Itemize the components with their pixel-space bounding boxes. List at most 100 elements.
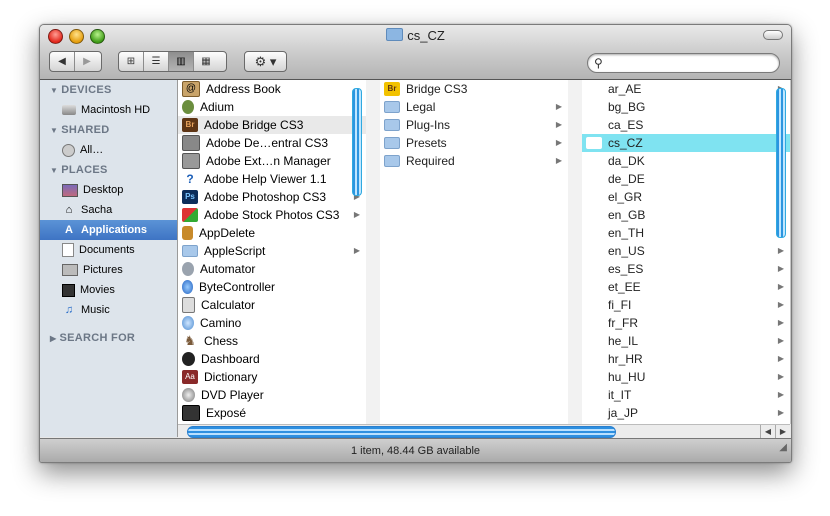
list-item-bridge-cs3[interactable]: Br Bridge CS3 (380, 80, 568, 98)
disclosure-triangle-icon: ▼ (50, 86, 59, 95)
toolbar-toggle-button[interactable] (763, 30, 783, 40)
camino-icon (182, 316, 194, 330)
column-view-icon: ▥ (176, 56, 186, 67)
list-item-chess[interactable]: ♞ Chess (178, 332, 366, 350)
list-item-applescript[interactable]: AppleScript ▶ (178, 242, 366, 260)
sidebar-item-sacha[interactable]: ⌂ Sacha (40, 200, 177, 220)
folder-icon (586, 334, 602, 348)
sidebar-header-devices[interactable]: ▼ DEVICES (40, 80, 177, 100)
horizontal-scroll-thumb[interactable] (187, 426, 616, 438)
icon-view-button[interactable]: ⊞ (119, 52, 144, 71)
gear-icon: ⚙ ▾ (254, 54, 277, 69)
list-item-dvd-player[interactable]: DVD Player (178, 386, 366, 404)
adobe-extension-manager-icon (182, 153, 200, 169)
folder-icon (586, 190, 602, 204)
window-title-text: cs_CZ (407, 28, 445, 43)
vertical-scrollbar[interactable] (352, 88, 362, 196)
action-menu-button[interactable]: ⚙ ▾ (244, 51, 287, 72)
cover-flow-button[interactable]: ▦ (194, 52, 218, 71)
list-item-locale[interactable]: ar_AE▶ (582, 80, 790, 98)
back-icon: ◀ (58, 56, 66, 67)
list-item-adobe-extension-manager[interactable]: Adobe Ext…n Manager▶ (178, 152, 366, 170)
list-item-calculator[interactable]: Calculator (178, 296, 366, 314)
chevron-right-icon: ▶ (777, 354, 784, 363)
list-item-locale[interactable]: en_TH▶ (582, 224, 790, 242)
folder-icon (586, 118, 602, 132)
sidebar-item-movies[interactable]: Movies (40, 280, 177, 300)
sidebar-header-search-for[interactable]: ▶ SEARCH FOR (40, 328, 177, 348)
list-item-adobe-bridge[interactable]: Br Adobe Bridge CS3 (178, 116, 366, 134)
address-book-icon: @ (182, 81, 200, 97)
sidebar-item-music[interactable]: ♫ Music (40, 300, 177, 320)
list-item-locale[interactable]: es_ES ▶ (582, 260, 790, 278)
sidebar-item-desktop[interactable]: Desktop (40, 180, 177, 200)
list-item-locale[interactable]: ja_JP ▶ (582, 404, 790, 422)
list-item-required[interactable]: Required ▶ (380, 152, 568, 170)
list-item-address-book[interactable]: @ Address Book (178, 80, 366, 98)
list-item-dashboard[interactable]: Dashboard (178, 350, 366, 368)
list-item-locale[interactable]: el_GR▶ (582, 188, 790, 206)
list-item-locale[interactable]: bg_BG▶ (582, 98, 790, 116)
folder-icon (586, 388, 602, 402)
list-item-adobe-device-central[interactable]: Adobe De…entral CS3▶ (178, 134, 366, 152)
list-item-presets[interactable]: Presets ▶ (380, 134, 568, 152)
search-field[interactable]: ⚲ (587, 53, 780, 73)
list-item-adobe-help-viewer[interactable]: ? Adobe Help Viewer 1.1 (178, 170, 366, 188)
sidebar-item-macintosh-hd[interactable]: Macintosh HD (40, 100, 177, 120)
list-item-locale[interactable]: it_IT ▶ (582, 386, 790, 404)
list-item-adobe-photoshop[interactable]: Ps Adobe Photoshop CS3 ▶ (178, 188, 366, 206)
list-item-locale[interactable]: he_IL ▶ (582, 332, 790, 350)
list-item-locale[interactable]: et_EE ▶ (582, 278, 790, 296)
scroll-left-icon[interactable]: ◀ (760, 425, 775, 438)
folder-icon (586, 280, 602, 294)
vertical-scrollbar[interactable] (776, 88, 786, 238)
list-item-dictionary[interactable]: Aa Dictionary (178, 368, 366, 386)
window-title: cs_CZ (40, 28, 791, 43)
sidebar-item-applications[interactable]: A Applications (40, 220, 177, 240)
chevron-right-icon: ▶ (555, 156, 562, 165)
list-item-locale[interactable]: en_US ▶ (582, 242, 790, 260)
list-item-locale[interactable]: da_DK▶ (582, 152, 790, 170)
title-bar: cs_CZ ◀ ▶ ⊞ ☰ ▥ ▦ ⚙ ▾ ⚲ (40, 25, 791, 80)
sidebar-item-pictures[interactable]: Pictures (40, 260, 177, 280)
view-buttons: ⊞ ☰ ▥ ▦ (118, 51, 227, 72)
list-item-camino[interactable]: Camino (178, 314, 366, 332)
list-item-locale[interactable]: fr_FR ▶ (582, 314, 790, 332)
list-item-expose[interactable]: Exposé (178, 404, 366, 422)
back-button[interactable]: ◀ (50, 52, 75, 71)
sidebar-item-documents[interactable]: Documents (40, 240, 177, 260)
list-item-locale[interactable]: hu_HU ▶ (582, 368, 790, 386)
list-item-automator[interactable]: Automator (178, 260, 366, 278)
documents-icon (62, 243, 74, 257)
list-item-adobe-stock-photos[interactable]: Adobe Stock Photos CS3 ▶ (178, 206, 366, 224)
list-item-locale[interactable]: fi_FI ▶ (582, 296, 790, 314)
help-icon: ? (186, 172, 194, 186)
list-item-legal[interactable]: Legal ▶ (380, 98, 568, 116)
list-item-appdelete[interactable]: AppDelete (178, 224, 366, 242)
chevron-right-icon: ▶ (777, 372, 784, 381)
forward-button[interactable]: ▶ (75, 52, 99, 71)
folder-icon (586, 154, 602, 168)
list-item-locale[interactable]: ca_ES▶ (582, 116, 790, 134)
list-item-locale[interactable]: hr_HR ▶ (582, 350, 790, 368)
sidebar-header-shared[interactable]: ▼ SHARED (40, 120, 177, 140)
forward-icon: ▶ (83, 56, 91, 67)
chevron-right-icon: ▶ (777, 300, 784, 309)
list-item-locale-selected[interactable]: cs_CZ▶ (582, 134, 790, 152)
column-resize-gap[interactable] (366, 80, 381, 424)
list-item-plug-ins[interactable]: Plug-Ins ▶ (380, 116, 568, 134)
list-item-locale[interactable]: en_GB▶ (582, 206, 790, 224)
list-item-adium[interactable]: Adium (178, 98, 366, 116)
list-view-button[interactable]: ☰ (144, 52, 169, 71)
sidebar-item-all[interactable]: All… (40, 140, 177, 160)
column-view-button[interactable]: ▥ (169, 52, 194, 71)
pictures-icon (62, 264, 78, 276)
folder-icon (182, 245, 198, 257)
resize-grip-icon[interactable]: ◢ (779, 436, 787, 460)
sidebar-header-places[interactable]: ▼ PLACES (40, 160, 177, 180)
horizontal-scrollbar[interactable]: ◀ ▶ (178, 424, 790, 438)
list-item-locale[interactable]: de_DE▶ (582, 170, 790, 188)
chevron-right-icon: ▶ (555, 120, 562, 129)
column-resize-gap[interactable] (568, 80, 583, 424)
list-item-bytecontroller[interactable]: ByteController (178, 278, 366, 296)
